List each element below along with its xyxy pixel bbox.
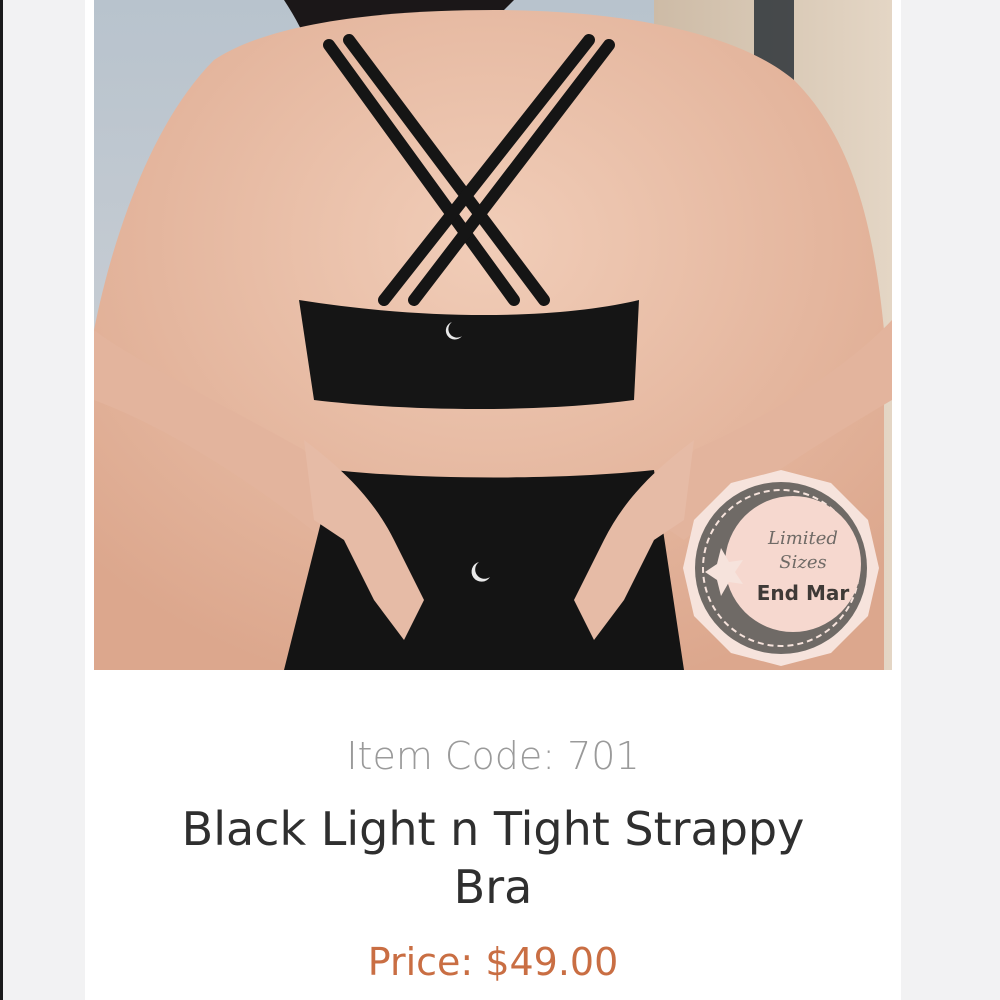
item-code: Item Code: 701: [85, 734, 901, 778]
product-title[interactable]: Black Light n Tight Strappy Bra: [143, 800, 843, 916]
item-code-label: Item Code:: [346, 734, 556, 778]
item-code-value: 701: [567, 734, 640, 778]
badge-line-1: Limited: [767, 528, 838, 549]
price-value: $49.00: [485, 940, 619, 984]
product-card[interactable]: Limited Sizes End Mar Item Code: 701 Bla…: [85, 0, 901, 1000]
product-price: Price: $49.00: [85, 940, 901, 984]
badge-line-3: End Mar: [757, 581, 850, 605]
page-edge: [0, 0, 3, 1000]
limited-sizes-badge: Limited Sizes End Mar: [683, 470, 879, 666]
badge-line-2: Sizes: [779, 552, 826, 573]
price-label: Price:: [367, 940, 474, 984]
